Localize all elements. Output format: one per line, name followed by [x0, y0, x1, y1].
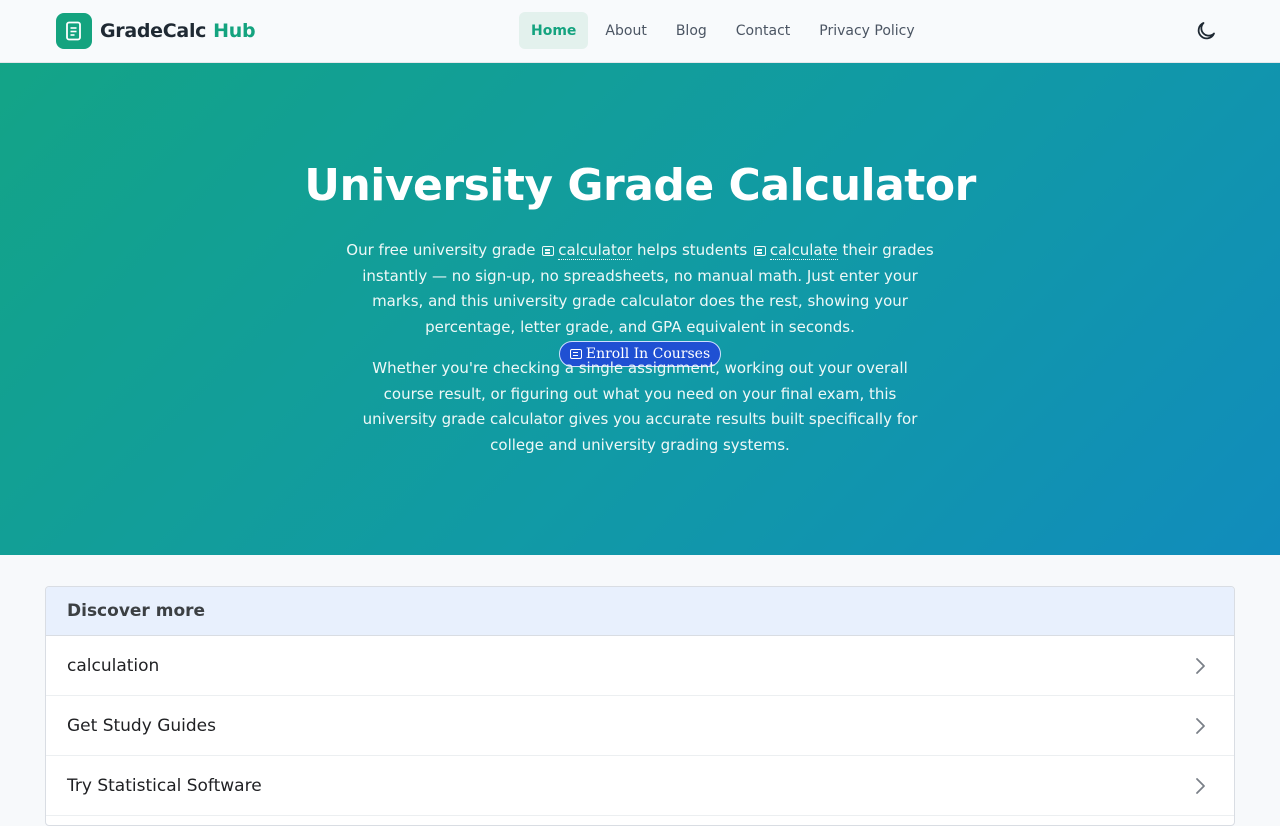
calculator-link[interactable]: calculator: [558, 241, 633, 260]
discover-item-label: calculation: [67, 655, 160, 676]
hero-intro-paragraph: Our free university grade calculator hel…: [345, 238, 935, 367]
logo-text: GradeCalc: [100, 20, 207, 42]
discover-item-label: Get Study Guides: [67, 715, 216, 736]
page-title: University Grade Calculator: [304, 160, 976, 211]
logo-accent-text: Hub: [213, 20, 256, 42]
nav-contact[interactable]: Contact: [724, 12, 802, 49]
discover-item-get-study-guides[interactable]: Get Study Guides: [46, 696, 1234, 756]
chevron-right-icon: [1196, 777, 1205, 794]
hero-secondary-paragraph: Whether you're checking a single assignm…: [362, 359, 918, 455]
nav-home[interactable]: Home: [519, 12, 589, 49]
chevron-right-icon: [1196, 657, 1205, 674]
hero-text-1: Our free university grade: [346, 241, 541, 259]
nav-privacy-policy[interactable]: Privacy Policy: [807, 12, 926, 49]
newspaper-icon: [753, 246, 766, 256]
discover-more-panel: Discover more calculation Get Study Guid…: [45, 586, 1235, 826]
discover-item-try-statistical-software[interactable]: Try Statistical Software: [46, 756, 1234, 816]
calculate-link[interactable]: calculate: [769, 241, 838, 260]
hero-text-2: helps students: [632, 241, 752, 259]
discover-item-label: Try Statistical Software: [67, 775, 262, 796]
nav-about[interactable]: About: [593, 12, 658, 49]
hero-section: University Grade Calculator Our free uni…: [0, 63, 1280, 555]
discover-more-title: Discover more: [46, 587, 1234, 636]
moon-icon[interactable]: [1194, 19, 1218, 43]
nav-blog[interactable]: Blog: [664, 12, 719, 49]
newspaper-icon: [542, 246, 555, 256]
main-nav: Home About Blog Contact Privacy Policy: [519, 12, 932, 49]
document-icon: [56, 13, 92, 49]
site-header: GradeCalc Hub Home About Blog Contact Pr…: [0, 0, 1280, 63]
chevron-right-icon: [1196, 717, 1205, 734]
logo[interactable]: GradeCalc Hub: [56, 13, 256, 49]
discover-item-calculation[interactable]: calculation: [46, 636, 1234, 696]
